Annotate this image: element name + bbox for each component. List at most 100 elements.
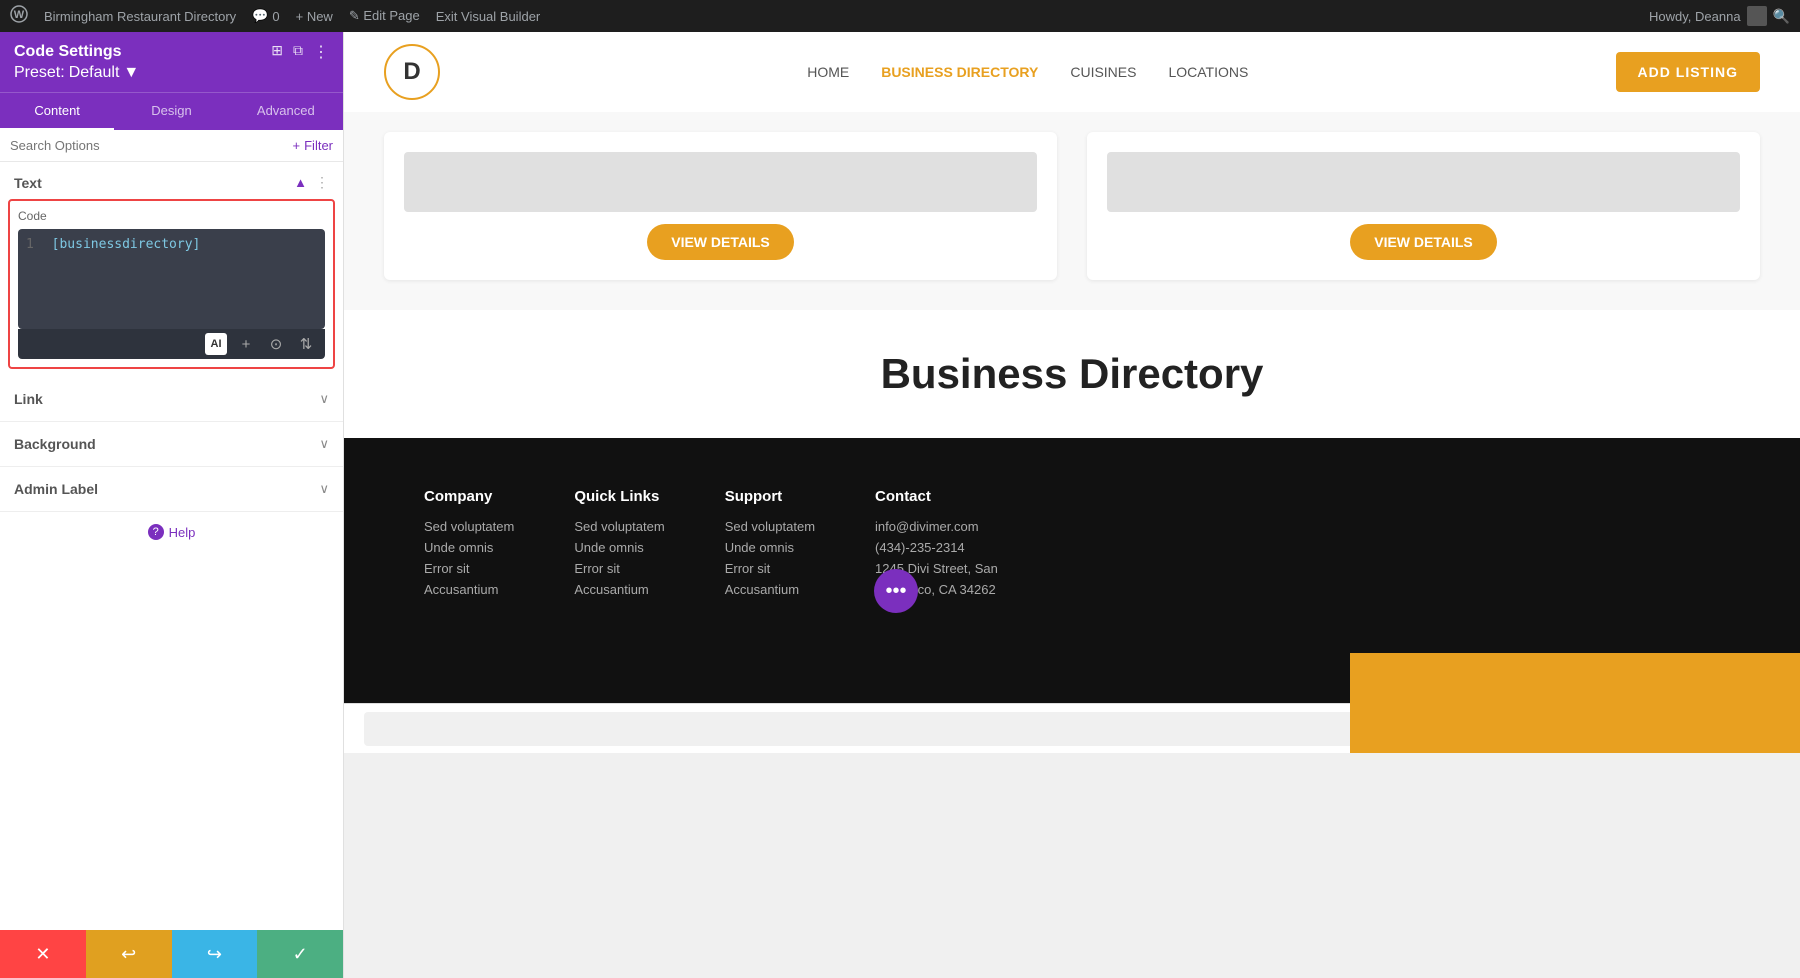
footer-section: Company Sed voluptatem Unde omnis Error … <box>344 438 1800 653</box>
wp-logo-icon[interactable]: W <box>10 5 28 28</box>
nav-home[interactable]: HOME <box>807 64 849 80</box>
redo-button[interactable]: ↪ <box>172 930 258 978</box>
nav-locations[interactable]: LOCATIONS <box>1168 64 1248 80</box>
edit-page-button[interactable]: ✎ Edit Page <box>349 8 420 24</box>
sidebar-content: Text ▲ ⋮ Code 1 [businessdirectory] AI +… <box>0 162 343 930</box>
tab-design[interactable]: Design <box>114 93 228 130</box>
card-1-image <box>404 152 1037 212</box>
floating-dots-button[interactable]: ••• <box>874 569 918 613</box>
footer-quicklinks-link-2[interactable]: Unde omnis <box>574 540 664 555</box>
comments-link[interactable]: 💬 0 <box>252 8 279 24</box>
save-button[interactable]: ✓ <box>257 930 343 978</box>
add-listing-button[interactable]: ADD LISTING <box>1616 52 1760 92</box>
nav-cuisines[interactable]: CUISINES <box>1070 64 1136 80</box>
search-icon[interactable]: 🔍 <box>1773 8 1790 25</box>
code-editor[interactable]: 1 [businessdirectory] <box>18 229 325 329</box>
background-section-icons: ∨ <box>319 436 329 452</box>
footer-contact-title: Contact <box>875 488 998 505</box>
more-options-icon[interactable]: ⋮ <box>313 42 329 62</box>
tab-advanced[interactable]: Advanced <box>229 93 343 130</box>
text-options-icon[interactable]: ⋮ <box>315 174 329 191</box>
link-section-header[interactable]: Link ∨ <box>0 377 343 421</box>
tab-content[interactable]: Content <box>0 93 114 130</box>
redo-icon: ↪ <box>207 944 222 965</box>
main-layout: Code Settings ⊞ ⧉ ⋮ Preset: Default ▼ Co… <box>0 32 1800 978</box>
footer-support-link-4[interactable]: Accusantium <box>725 582 815 597</box>
cancel-button[interactable]: ✕ <box>0 930 86 978</box>
columns-icon[interactable]: ⧉ <box>293 42 303 62</box>
background-section-header[interactable]: Background ∨ <box>0 422 343 466</box>
footer-bottom: ••• <box>344 653 1800 753</box>
site-name[interactable]: Birmingham Restaurant Directory <box>44 9 236 24</box>
add-code-icon[interactable]: + <box>235 333 257 355</box>
exit-builder-button[interactable]: Exit Visual Builder <box>436 9 541 24</box>
footer-quicklinks-link-4[interactable]: Accusantium <box>574 582 664 597</box>
admin-label-section: Admin Label ∨ <box>0 467 343 512</box>
admin-bar: W Birmingham Restaurant Directory 💬 0 + … <box>0 0 1800 32</box>
ai-button[interactable]: AI <box>205 333 227 355</box>
footer-quicklinks-link-3[interactable]: Error sit <box>574 561 664 576</box>
undo-button[interactable]: ↩ <box>86 930 172 978</box>
footer-columns: Company Sed voluptatem Unde omnis Error … <box>424 488 1720 603</box>
orange-promo-block <box>1350 653 1800 753</box>
cards-section: VIEW DETAILS VIEW DETAILS <box>344 112 1800 310</box>
search-input[interactable] <box>10 138 285 153</box>
footer-col-company: Company Sed voluptatem Unde omnis Error … <box>424 488 514 603</box>
link-section-title: Link <box>14 391 43 407</box>
link-section-icons: ∨ <box>319 391 329 407</box>
help-button[interactable]: ? Help <box>0 512 343 552</box>
website-logo: D <box>384 44 440 100</box>
view-details-btn-1[interactable]: VIEW DETAILS <box>647 224 794 260</box>
text-collapse-icon[interactable]: ▲ <box>294 175 307 190</box>
view-details-btn-2[interactable]: VIEW DETAILS <box>1350 224 1497 260</box>
footer-support-link-1[interactable]: Sed voluptatem <box>725 519 815 534</box>
new-button[interactable]: + New <box>296 9 333 24</box>
business-directory-section: Business Directory <box>344 310 1800 438</box>
restore-icon[interactable]: ⊞ <box>271 42 283 62</box>
link-section: Link ∨ <box>0 377 343 422</box>
code-settings-section: Code 1 [businessdirectory] AI + ⊙ ⇅ <box>8 199 335 369</box>
preset-row[interactable]: Preset: Default ▼ <box>14 64 329 82</box>
user-menu[interactable]: Howdy, Deanna 🔍 <box>1649 6 1790 26</box>
code-label: Code <box>18 209 325 223</box>
website-nav: D HOME BUSINESS DIRECTORY CUISINES LOCAT… <box>344 32 1800 112</box>
footer-col-support: Support Sed voluptatem Unde omnis Error … <box>725 488 815 603</box>
footer-support-title: Support <box>725 488 815 505</box>
reorder-icon[interactable]: ⇅ <box>295 333 317 355</box>
filter-button[interactable]: + Filter <box>293 138 333 153</box>
footer-quicklinks-link-1[interactable]: Sed voluptatem <box>574 519 664 534</box>
footer-support-link-3[interactable]: Error sit <box>725 561 815 576</box>
footer-company-link-4[interactable]: Accusantium <box>424 582 514 597</box>
nav-business-directory[interactable]: BUSINESS DIRECTORY <box>881 64 1038 80</box>
text-section-title: Text <box>14 175 42 191</box>
preset-label: Preset: <box>14 64 65 82</box>
card-2: VIEW DETAILS <box>1087 132 1760 280</box>
comment-icon: 💬 <box>252 8 268 24</box>
footer-contact-link-2[interactable]: (434)-235-2314 <box>875 540 998 555</box>
footer-company-link-3[interactable]: Error sit <box>424 561 514 576</box>
sidebar-header: Code Settings ⊞ ⧉ ⋮ Preset: Default ▼ <box>0 32 343 92</box>
dots-icon: ••• <box>885 580 906 603</box>
footer-company-link-1[interactable]: Sed voluptatem <box>424 519 514 534</box>
background-section: Background ∨ <box>0 422 343 467</box>
background-section-title: Background <box>14 436 96 452</box>
content-area: D HOME BUSINESS DIRECTORY CUISINES LOCAT… <box>344 32 1800 978</box>
text-section-header[interactable]: Text ▲ ⋮ <box>0 162 343 199</box>
save-icon: ✓ <box>293 944 308 965</box>
admin-label-collapse-icon[interactable]: ∨ <box>319 481 329 497</box>
help-icon: ? <box>148 524 164 540</box>
admin-label-section-header[interactable]: Admin Label ∨ <box>0 467 343 511</box>
sidebar-tabs: Content Design Advanced <box>0 92 343 130</box>
footer-support-link-2[interactable]: Unde omnis <box>725 540 815 555</box>
footer-company-link-2[interactable]: Unde omnis <box>424 540 514 555</box>
nav-links: HOME BUSINESS DIRECTORY CUISINES LOCATIO… <box>807 64 1248 80</box>
comments-count: 0 <box>272 9 279 24</box>
footer-contact-link-1[interactable]: info@divimer.com <box>875 519 998 534</box>
footer-company-title: Company <box>424 488 514 505</box>
howdy-text: Howdy, Deanna <box>1649 9 1741 24</box>
background-collapse-icon[interactable]: ∨ <box>319 436 329 452</box>
toggle-icon[interactable]: ⊙ <box>265 333 287 355</box>
sidebar: Code Settings ⊞ ⧉ ⋮ Preset: Default ▼ Co… <box>0 32 344 978</box>
search-bar: + Filter <box>0 130 343 162</box>
link-collapse-icon[interactable]: ∨ <box>319 391 329 407</box>
